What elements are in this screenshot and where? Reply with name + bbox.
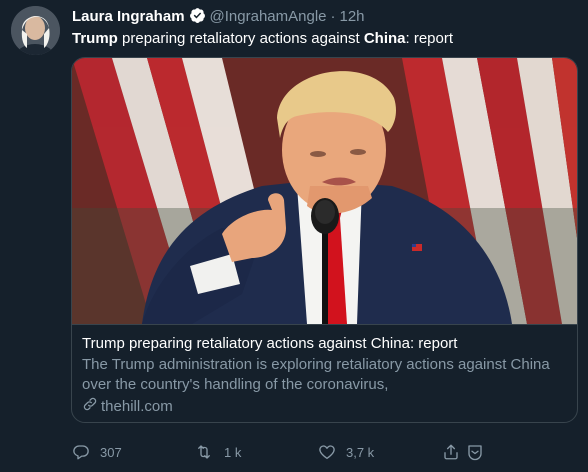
retweet-count: 1 k [224, 444, 242, 460]
tweet-text-part-2: preparing retaliatory actions against [117, 30, 364, 47]
reply-button[interactable]: 307 [72, 440, 122, 464]
share-icon[interactable] [442, 443, 460, 461]
tweet-text-part-4: : report [405, 30, 454, 47]
card-body[interactable]: Trump preparing retaliatory actions agai… [72, 324, 577, 422]
like-button[interactable]: 3,7 k [318, 440, 374, 464]
card-domain: thehill.com [82, 396, 567, 418]
verified-badge-icon [189, 7, 206, 30]
card-photo [72, 58, 577, 324]
card-image[interactable] [72, 58, 577, 324]
card-title: Trump preparing retaliatory actions agai… [82, 335, 458, 352]
tweet-header: Laura Ingraham @IngrahamAngle · 12h [72, 7, 365, 30]
avatar-image [11, 6, 60, 55]
like-count: 3,7 k [346, 444, 375, 460]
author-name[interactable]: Laura Ingraham [72, 8, 185, 25]
retweet-icon [194, 443, 214, 461]
share-group [442, 440, 484, 464]
tweet-timestamp[interactable]: 12h [340, 8, 365, 25]
bookmark-icon[interactable] [466, 443, 484, 461]
retweet-button[interactable]: 1 k [194, 440, 241, 464]
author-handle[interactable]: @IngrahamAngle [210, 8, 327, 25]
card-description: The Trump administration is exploring re… [82, 356, 550, 393]
like-icon [318, 443, 336, 461]
tweet-text-bold-1: Trump [72, 30, 118, 47]
tweet-text: Trump preparing retaliatory actions agai… [72, 29, 453, 49]
tweet-actions: 307 1 k 3,7 k [72, 440, 482, 464]
reply-count: 307 [100, 444, 122, 460]
reply-icon [72, 443, 90, 461]
link-icon [82, 396, 98, 418]
separator-dot: · [330, 8, 336, 25]
tweet-text-bold-3: China [363, 30, 406, 47]
author-avatar[interactable] [11, 6, 60, 55]
link-preview-card[interactable]: Trump preparing retaliatory actions agai… [71, 57, 578, 423]
card-domain-text: thehill.com [101, 398, 173, 415]
